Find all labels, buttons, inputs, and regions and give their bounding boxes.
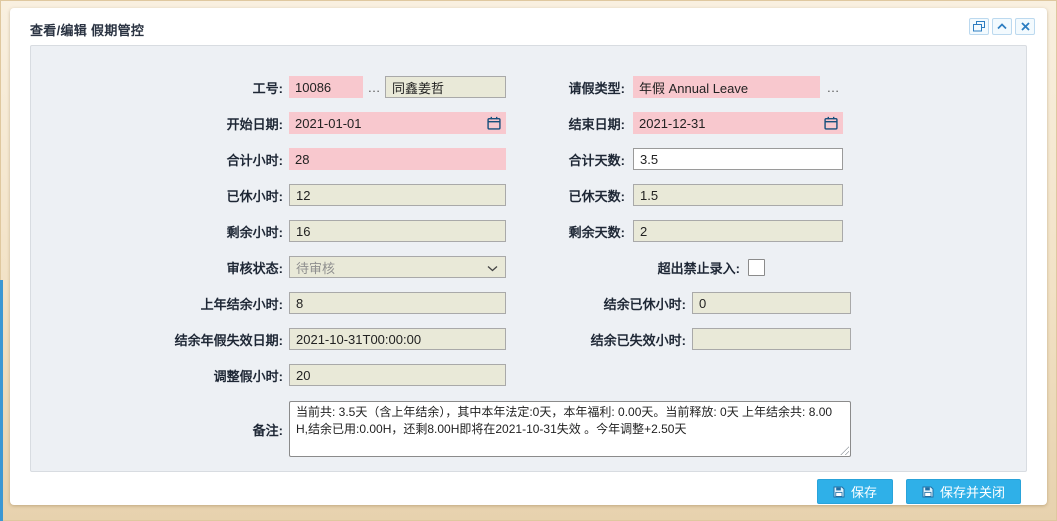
forbid-exceed-label: 超出禁止录入: (506, 258, 748, 277)
dialog-titlebar: 查看/编辑 假期管控 (30, 20, 1035, 40)
calendar-icon[interactable] (487, 116, 501, 130)
row-remark: 备注: 当前共: 3.5天（含上年结余），其中本年法定:0天，本年福利: 0.0… (31, 400, 1026, 458)
row-used: 已休小时: 12 已休天数: 1.5 (31, 184, 1026, 206)
end-date-value: 2021-12-31 (639, 116, 706, 131)
form-panel: 工号: 10086 … 同鑫姜哲 请假类型: 年假 Annual Leave …… (30, 45, 1027, 472)
popout-window-icon (973, 21, 985, 32)
start-date-value: 2021-01-01 (295, 116, 362, 131)
row-audit: 审核状态: 待审核 超出禁止录入: (31, 256, 1026, 278)
remain-hours-field: 16 (289, 220, 506, 242)
remark-textarea[interactable]: 当前共: 3.5天（含上年结余），其中本年法定:0天，本年福利: 0.00天。当… (289, 401, 851, 457)
leave-type-field[interactable]: 年假 Annual Leave (633, 76, 820, 98)
row-balance-expire: 结余年假失效日期: 2021-10-31T00:00:00 结余已失效小时: (31, 328, 1026, 350)
start-date-label: 开始日期: (31, 114, 289, 133)
floppy-disk-icon (833, 486, 845, 498)
emp-no-field[interactable]: 10086 (289, 76, 363, 98)
close-window-button[interactable] (1015, 18, 1035, 35)
total-hours-field[interactable]: 28 (289, 148, 506, 170)
save-and-close-button[interactable]: 保存并关闭 (906, 479, 1021, 504)
start-date-field[interactable]: 2021-01-01 (289, 112, 506, 134)
remain-hours-label: 剩余小时: (31, 222, 289, 241)
window-controls (969, 18, 1035, 35)
emp-no-label: 工号: (31, 78, 289, 97)
dialog-footer: 保存 保存并关闭 (817, 479, 1021, 504)
popout-window-button[interactable] (969, 18, 989, 35)
save-button[interactable]: 保存 (817, 479, 893, 504)
save-and-close-button-label: 保存并关闭 (940, 482, 1005, 501)
calendar-icon[interactable] (824, 116, 838, 130)
balance-used-hours-field: 0 (692, 292, 851, 314)
end-date-field[interactable]: 2021-12-31 (633, 112, 843, 134)
prev-balance-hours-label: 上年结余小时: (31, 294, 289, 313)
leave-type-label: 请假类型: (506, 78, 633, 97)
row-total: 合计小时: 28 合计天数: (31, 148, 1026, 170)
end-date-label: 结束日期: (506, 114, 633, 133)
close-window-icon (1021, 22, 1030, 31)
used-hours-label: 已休小时: (31, 186, 289, 205)
dialog-title: 查看/编辑 假期管控 (30, 23, 144, 38)
adjust-hours-label: 调整假小时: (31, 366, 289, 385)
backdrop-blue-strip (0, 280, 3, 521)
collapse-window-icon (997, 23, 1007, 30)
row-emp-no: 工号: 10086 … 同鑫姜哲 请假类型: 年假 Annual Leave … (31, 76, 1026, 98)
balance-used-hours-label: 结余已休小时: (506, 294, 692, 313)
balance-expired-hours-label: 结余已失效小时: (506, 330, 692, 349)
audit-status-select[interactable]: 待审核 (289, 256, 506, 278)
collapse-window-button[interactable] (992, 18, 1012, 35)
remark-label: 备注: (31, 420, 289, 439)
floppy-disk-icon (922, 486, 934, 498)
used-days-label: 已休天数: (506, 186, 633, 205)
forbid-exceed-checkbox[interactable] (748, 259, 765, 276)
total-hours-label: 合计小时: (31, 150, 289, 169)
balance-expire-date-field: 2021-10-31T00:00:00 (289, 328, 506, 350)
chevron-down-icon (487, 265, 498, 272)
leave-type-lookup-button[interactable]: … (823, 77, 843, 97)
balance-expire-date-label: 结余年假失效日期: (31, 330, 289, 349)
leave-control-dialog: 查看/编辑 假期管控 (10, 8, 1047, 505)
used-days-field: 1.5 (633, 184, 843, 206)
audit-status-value: 待审核 (296, 258, 335, 277)
row-prev-balance: 上年结余小时: 8 结余已休小时: 0 (31, 292, 1026, 314)
row-dates: 开始日期: 2021-01-01 结束日期: 2021-12-31 (31, 112, 1026, 134)
emp-no-lookup-button[interactable]: … (365, 77, 383, 97)
save-button-label: 保存 (851, 482, 877, 501)
total-days-input[interactable] (633, 148, 843, 170)
row-remaining: 剩余小时: 16 剩余天数: 2 (31, 220, 1026, 242)
emp-name-field: 同鑫姜哲 (385, 76, 506, 98)
remain-days-label: 剩余天数: (506, 222, 633, 241)
total-days-label: 合计天数: (506, 150, 633, 169)
adjust-hours-field: 20 (289, 364, 506, 386)
desktop-backdrop: 查看/编辑 假期管控 (0, 0, 1057, 521)
audit-status-label: 审核状态: (31, 258, 289, 277)
balance-expired-hours-field (692, 328, 851, 350)
prev-balance-hours-field: 8 (289, 292, 506, 314)
used-hours-field: 12 (289, 184, 506, 206)
remain-days-field: 2 (633, 220, 843, 242)
row-adjust: 调整假小时: 20 (31, 364, 1026, 386)
